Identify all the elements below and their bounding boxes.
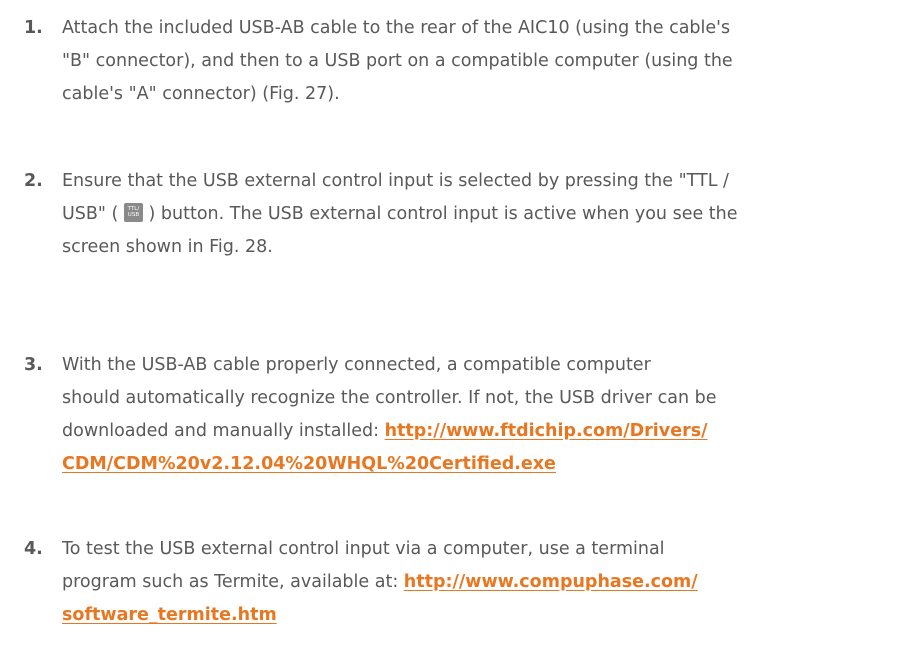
- icon-label-bottom: USB: [127, 212, 140, 218]
- icon-label-top: TTL/: [127, 205, 140, 212]
- step-line: screen shown in Fig. 28.: [62, 237, 273, 257]
- step-number: 2.: [24, 171, 43, 191]
- ttl-usb-button-icon: TTL/USB: [123, 202, 143, 222]
- step-line: Attach the included USB-AB cable to the …: [62, 18, 731, 38]
- step-number: 4.: [24, 539, 43, 559]
- step-line: Ensure that the USB external control inp…: [62, 171, 729, 191]
- step-2: 2. Ensure that the USB external control …: [0, 165, 900, 264]
- step-number: 3.: [24, 355, 43, 375]
- step-line: With the USB-AB cable properly connected…: [62, 355, 651, 375]
- step-text: Ensure that the USB external control inp…: [62, 165, 900, 264]
- step-text: With the USB-AB cable properly connected…: [62, 349, 900, 481]
- step-line: cable's "A" connector) (Fig. 27).: [62, 84, 340, 104]
- instruction-steps: 1. Attach the included USB-AB cable to t…: [0, 0, 920, 651]
- step-line: "B" connector), and then to a USB port o…: [62, 51, 733, 71]
- step-text: To test the USB external control input v…: [62, 533, 900, 632]
- step-1: 1. Attach the included USB-AB cable to t…: [0, 12, 900, 111]
- step-line: USB" (: [62, 204, 119, 224]
- step-line: ) button. The USB external control input…: [148, 204, 738, 224]
- step-4: 4. To test the USB external control inpu…: [0, 533, 900, 632]
- step-line: downloaded and manually installed:: [62, 421, 385, 441]
- step-line: should automatically recognize the contr…: [62, 388, 717, 408]
- step-number: 1.: [24, 18, 43, 38]
- step-text: Attach the included USB-AB cable to the …: [62, 12, 900, 111]
- step-3: 3. With the USB-AB cable properly connec…: [0, 349, 900, 481]
- step-line: program such as Termite, available at:: [62, 572, 404, 592]
- step-line: To test the USB external control input v…: [62, 539, 665, 559]
